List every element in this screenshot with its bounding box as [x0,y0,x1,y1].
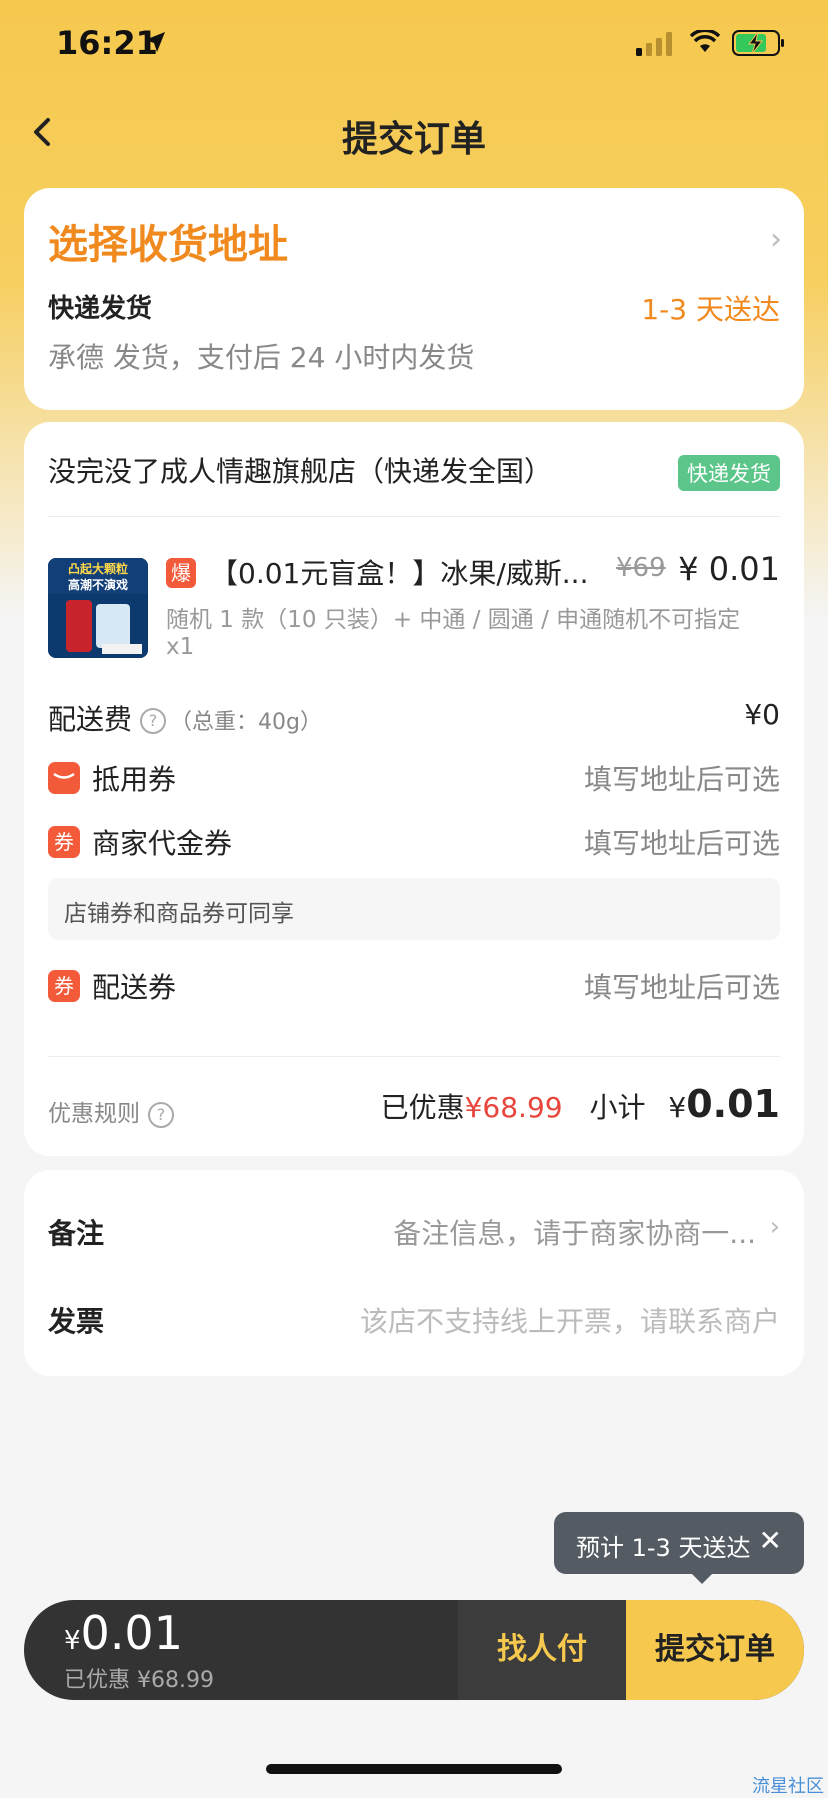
address-card[interactable]: 选择收货地址 › 快递发货 1-3 天送达 承德 发货，支付后 24 小时内发货 [24,188,804,410]
delivery-fee-row: 配送费? （总重：40g） [48,698,322,738]
subtotal-amount: 0.01 [686,1082,780,1126]
product-spec: 随机 1 款（10 只装）+ 中通 / 圆通 / 申通随机不可指定 [166,607,741,633]
wifi-icon [690,30,720,52]
total-amount: 0.01 [80,1606,183,1660]
discount-label: 已优惠 [380,1091,465,1124]
discount-rules[interactable]: 优惠规则? [48,1094,174,1128]
watermark: 流星社区 [752,1776,824,1797]
divider [48,1056,780,1057]
express-badge: 快递发货 [678,455,780,491]
total-discount: 已优惠 ¥68.99 [64,1668,214,1693]
home-indicator[interactable] [266,1764,562,1774]
battery-charging-icon [732,30,784,56]
friend-pay-button[interactable]: 找人付 [458,1600,626,1700]
invoice-label: 发票 [48,1305,105,1338]
shipping-coupon-value[interactable]: 填写地址后可选 [584,966,780,1006]
delivery-fee-value: ¥0 [744,698,780,731]
coupon-icon: 券 [48,826,80,858]
product-title[interactable]: 【0.01元盲盒！】冰果/威斯... [210,552,590,592]
submit-order-button[interactable]: 提交订单 [626,1600,804,1700]
total-price: ¥0.01 [64,1606,183,1660]
nav-bar: 提交订单 [0,96,828,166]
subtotal-label: 小计 [589,1091,646,1124]
merchant-coupon-label[interactable]: 商家代金券 [92,822,232,862]
delivery-fee-label: 配送费 [48,703,133,736]
cellular-signal-icon [636,32,672,56]
voucher-label[interactable]: 抵用券 [92,758,176,798]
shipping-coupon-icon: 券 [48,970,80,1002]
select-address-title[interactable]: 选择收货地址 [48,212,288,270]
order-subtotal: 已优惠¥68.99 小计 ¥0.01 [381,1082,780,1126]
shipping-coupon-label[interactable]: 配送券 [92,966,176,1006]
delivery-tooltip: 预计 1-3 天送达 ✕ [554,1512,804,1584]
remark-field[interactable]: 备注信息，请于商家协商一... [393,1212,756,1252]
product-price: ¥ 0.01 [678,550,780,588]
total-currency: ¥ [64,1626,81,1656]
invoice-value: 该店不支持线上开票，请联系商户 [359,1305,780,1338]
checkout-bar: ¥0.01 已优惠 ¥68.99 找人付 提交订单 [24,1600,804,1700]
remark-invoice-card: 备注 备注信息，请于商家协商一... › 发票 该店不支持线上开票，请联系商户 [24,1170,804,1376]
tooltip-tail [692,1574,712,1584]
chevron-right-icon[interactable]: › [770,1212,780,1242]
discount-rules-label[interactable]: 优惠规则 [48,1101,140,1127]
tooltip-text: 预计 1-3 天送达 [576,1534,751,1562]
help-icon[interactable]: ? [148,1101,174,1128]
hot-badge: 爆 [166,558,196,588]
subtotal-currency: ¥ [668,1091,687,1124]
product-image[interactable]: 凸起大颗粒 高潮不演戏 [48,558,148,658]
remark-label: 备注 [48,1217,105,1250]
shop-order-card: 没完没了成人情趣旗舰店（快递发全国） 快递发货 凸起大颗粒 高潮不演戏 爆 【0… [24,422,804,1156]
total-weight: （总重：40g） [170,710,322,735]
original-price: ¥69 [616,553,666,583]
status-bar: 16:21 [0,0,828,90]
wallet-icon [48,762,80,794]
close-icon[interactable]: ✕ [759,1524,782,1557]
discount-amount: ¥68.99 [464,1091,563,1124]
voucher-value[interactable]: 填写地址后可选 [584,758,780,798]
shipping-method-label: 快递发货 [48,294,153,324]
product-quantity: x1 [166,634,195,660]
coupon-share-text: 店铺券和商品券可同享 [64,901,294,927]
help-icon[interactable]: ? [140,708,167,734]
page-title: 提交订单 [341,119,486,160]
svg-text:高潮不演戏: 高潮不演戏 [68,577,128,592]
shop-name[interactable]: 没完没了成人情趣旗舰店（快递发全国） [48,450,552,490]
divider [48,516,780,517]
coupon-share-note: 店铺券和商品券可同享 [48,878,780,940]
svg-text:凸起大颗粒: 凸起大颗粒 [68,561,128,576]
shipping-description: 承德 发货，支付后 24 小时内发货 [48,341,475,374]
merchant-coupon-value[interactable]: 填写地址后可选 [584,822,780,862]
location-arrow-icon [145,32,165,52]
chevron-right-icon[interactable]: › [770,222,782,257]
shipping-eta: 1-3 天送达 [641,293,780,326]
